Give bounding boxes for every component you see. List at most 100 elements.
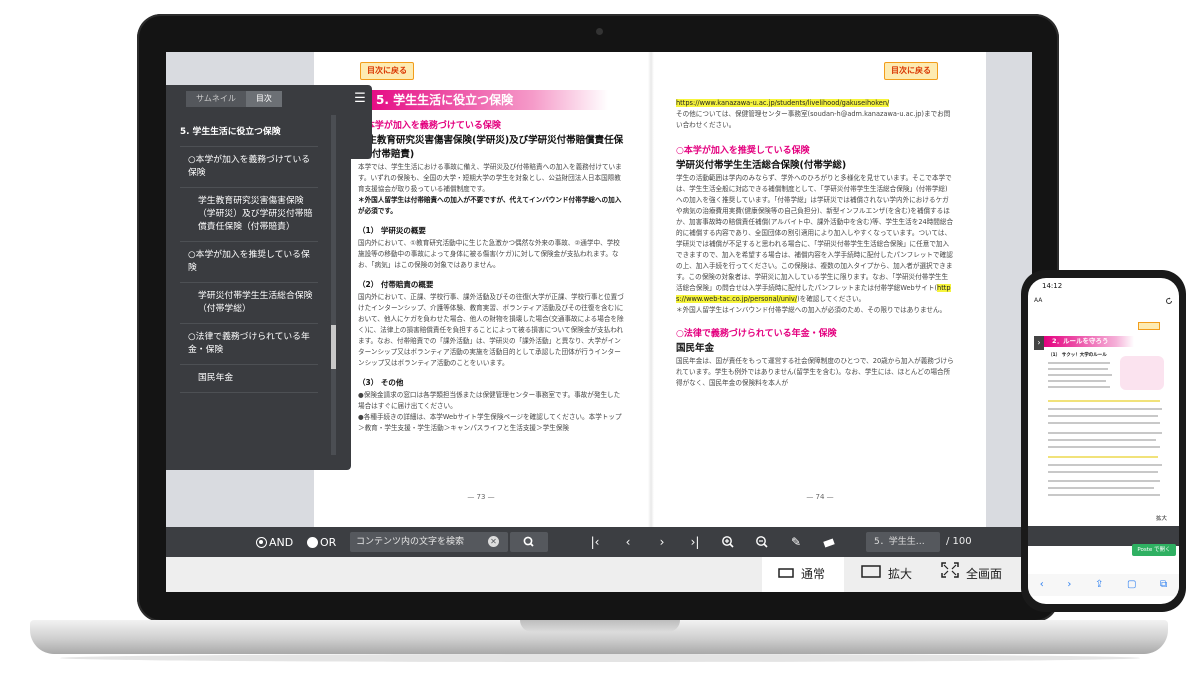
recommended-insurance-heading: ○本学が加入を推奨している保険 <box>676 146 810 156</box>
chapter-heading: 5. 学生生活に役立つ保険 <box>358 90 608 110</box>
gakuseihoken-link[interactable]: https://www.kanazawa-u.ac.jp/students/li… <box>676 99 890 107</box>
pen-icon[interactable]: ✎ <box>787 533 805 551</box>
intro-text: 本学では、学生生活における事故に備え、学研災及び付帯賠責への加入を義務付けていま… <box>358 163 622 193</box>
camera-dot <box>596 28 603 35</box>
phone-text-line <box>1048 380 1106 382</box>
zoom-out-icon[interactable] <box>753 533 771 551</box>
menu-icon[interactable]: ☰ <box>352 92 368 105</box>
toc-item[interactable]: 5. 学生生活に役立つ保険 <box>180 119 318 147</box>
phone-url-bar[interactable]: AA <box>1028 294 1179 308</box>
gakkensai-heading: 学生教育研究災害傷害保険(学研災)及び学研災付帯賠償責任保険(付帯賠責) <box>358 135 624 160</box>
back-to-toc-button-right[interactable]: 目次に戻る <box>884 62 938 80</box>
zoom-in-icon[interactable] <box>719 533 737 551</box>
section3-title: （3） その他 <box>358 378 404 387</box>
toc-scroll-thumb[interactable] <box>331 325 336 369</box>
prev-page-icon[interactable]: ‹ <box>619 533 637 551</box>
right-page: 目次に戻る https://www.kanazawa-u.ac.jp/stude… <box>654 52 986 527</box>
clear-icon[interactable]: ✕ <box>488 536 499 547</box>
search-button[interactable] <box>510 532 548 552</box>
normal-view-icon <box>778 557 794 592</box>
left-page-number: — 73 — <box>467 493 495 501</box>
fullscreen-button[interactable]: 全画面 <box>941 557 1031 592</box>
ebook-viewer: 目次に戻る 5. 学生生活に役立つ保険 ○本学が加入を義務づけている保険 学生教… <box>166 52 1032 527</box>
tab-toc[interactable]: 目次 <box>245 91 282 107</box>
phone-text-line <box>1048 439 1156 441</box>
page-spread: 目次に戻る 5. 学生生活に役立つ保険 ○本学が加入を義務づけている保険 学生教… <box>314 52 986 527</box>
phone-browser-nav: ‹ › ⇪ ▢ ⧉ <box>1028 574 1179 596</box>
bookmarks-icon[interactable]: ▢ <box>1127 574 1136 596</box>
phone-text-line <box>1048 374 1112 376</box>
phone-open-button[interactable]: Poste で開く <box>1132 544 1176 556</box>
phone-text-line <box>1048 362 1110 364</box>
view-mode-bar: 通常 拡大 全画面 <box>166 557 1032 592</box>
toc-item[interactable]: 国民年金 <box>180 365 318 393</box>
futai-gakuso-heading: 学研災付帯学生生活総合保険(付帯学総) <box>676 160 847 171</box>
toc-tabs: サムネイル 目次 <box>186 91 282 107</box>
back-icon[interactable]: ‹ <box>1040 574 1044 596</box>
phone-illustration <box>1120 356 1164 390</box>
content-search-input[interactable]: コンテンツ内の文字を検索 <box>350 532 508 552</box>
toc-panel: サムネイル 目次 5. 学生生活に役立つ保険 ○本学が加入を義務づけている保険 学生… <box>166 85 351 470</box>
toc-list: 5. 学生生活に役立つ保険 ○本学が加入を義務づけている保険 学生教育研究災害傷害保… <box>180 119 318 393</box>
and-radio[interactable]: AND <box>256 536 293 549</box>
phone-zoom-row[interactable]: 拡大 <box>1028 512 1179 526</box>
section1-title: （1） 学研災の概要 <box>358 226 426 235</box>
phone-screen: 14:12 AA › 2．ルールを守ろう （1） サクッ！大学のルール 拡大 P… <box>1028 278 1179 604</box>
phone-time: 14:12 <box>1042 282 1063 290</box>
search-icon <box>523 536 534 547</box>
share-icon[interactable]: ⇪ <box>1095 574 1103 596</box>
toc-item[interactable]: ○本学が加入を義務づけている保険 <box>180 147 318 188</box>
eraser-icon[interactable] <box>820 533 838 551</box>
toc-item[interactable]: ○法律で義務づけられている年金・保険 <box>180 324 318 365</box>
phone-text-line <box>1048 432 1162 434</box>
mandatory-insurance-heading: ○本学が加入を義務づけている保険 <box>358 121 501 131</box>
section3-bullet1: ●保険金請求の窓口は各学類担当係または保健管理センター事務室です。事故が発生した… <box>358 391 621 410</box>
phone-text-line <box>1048 446 1160 448</box>
reload-icon[interactable] <box>1165 297 1173 305</box>
zoom-view-button[interactable]: 拡大 <box>861 557 941 592</box>
phone-chapter-heading: 2．ルールを守ろう <box>1044 336 1134 347</box>
total-pages: / 100 <box>946 536 972 547</box>
phone-status-bar: 14:12 <box>1028 278 1179 294</box>
toc-item[interactable]: ○本学が加入を推奨している保険 <box>180 242 318 283</box>
zoom-view-icon <box>861 557 881 592</box>
normal-view-button[interactable]: 通常 <box>762 557 844 592</box>
phone-text-line <box>1048 464 1162 466</box>
section2-title: （2） 付帯賠責の概要 <box>358 280 434 289</box>
tab-thumbnail[interactable]: サムネイル <box>186 91 246 107</box>
phone-sub-heading: （1） サクッ！大学のルール <box>1048 353 1107 358</box>
or-radio[interactable]: OR <box>307 536 336 549</box>
phone-text-line <box>1048 408 1162 410</box>
phone-text-line <box>1048 456 1158 458</box>
toc-item[interactable]: 学研災付帯学生生活総合保険（付帯学総） <box>180 283 318 324</box>
last-page-icon[interactable]: ›| <box>686 533 704 551</box>
next-page-icon[interactable]: › <box>653 533 671 551</box>
back-to-toc-button-left[interactable]: 目次に戻る <box>360 62 414 80</box>
phone-text-line <box>1048 471 1158 473</box>
page-jump-field[interactable]: 5．学生生… <box>866 532 940 552</box>
forward-icon[interactable]: › <box>1067 574 1071 596</box>
phone-text-line <box>1048 368 1108 370</box>
phone-text-line <box>1048 494 1160 496</box>
kokumin-nenkin-heading: 国民年金 <box>676 343 715 354</box>
toc-item[interactable]: 学生教育研究災害傷害保険（学研災）及び学研災付帯賠償責任保険（付帯賠責） <box>180 188 318 242</box>
phone-text-line <box>1048 400 1160 402</box>
laptop-notch <box>520 620 680 632</box>
phone-text-line <box>1048 422 1160 424</box>
note-intl-students: ＊外国人留学生は付帯賠責への加入が不要ですが、代えてインバウンド付帯学総への加入… <box>358 196 622 215</box>
fullscreen-icon <box>941 557 959 592</box>
legal-insurance-heading: ○法律で義務づけられている年金・保険 <box>676 329 837 339</box>
contact-text: その他については、保健管理センター事務室(soudan-h@adm.kanaza… <box>676 110 951 129</box>
phone-toc-tag[interactable] <box>1138 322 1160 330</box>
phone-next-arrow[interactable]: › <box>1034 336 1044 350</box>
tabs-icon[interactable]: ⧉ <box>1160 574 1167 596</box>
phone-page: › 2．ルールを守ろう （1） サクッ！大学のルール <box>1028 308 1179 512</box>
section1-body: 国内外において、①教育研究活動中に生じた急激かつ偶然な外来の事故、②通学中、学校… <box>358 239 620 269</box>
note-inbound: ＊外国人留学生はインバウンド付帯学総への加入が必須のため、その限りではありません… <box>676 306 947 314</box>
phone-toolbar <box>1028 526 1179 546</box>
futai-gakuso-body: 学生の活動範囲は学内のみならず、学外へのひろがりと多様化を見せています。そこで本… <box>676 174 954 303</box>
right-page-number: — 74 — <box>806 493 834 501</box>
section3-bullet2: ●各種手続きの詳細は、本学Webサイト学生保険ページを確認してください。本学トッ… <box>358 413 622 432</box>
first-page-icon[interactable]: |‹ <box>586 533 604 551</box>
toc-scrollbar[interactable] <box>331 115 336 455</box>
